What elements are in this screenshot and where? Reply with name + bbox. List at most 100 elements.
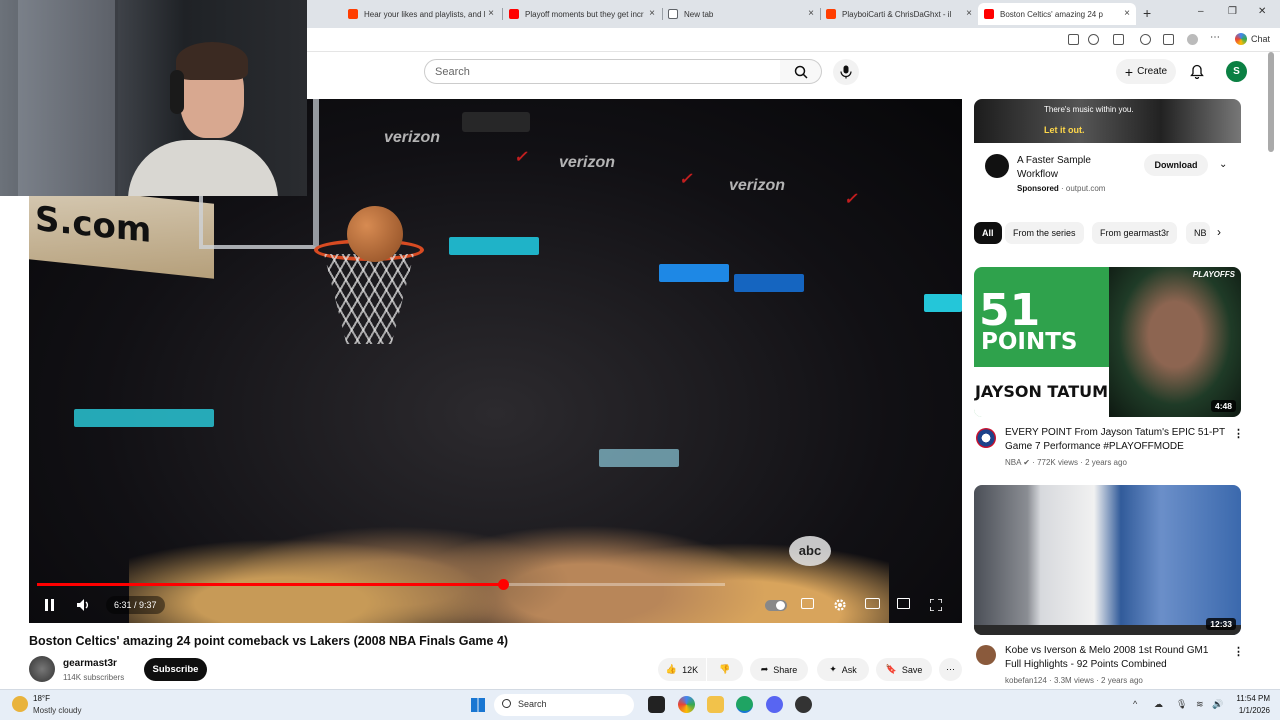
chevron-down-icon[interactable]: ⌄ [1219,159,1227,170]
headset [170,70,184,114]
cast-icon[interactable] [897,598,910,609]
more-actions-button[interactable]: ⋯ [939,658,962,681]
pause-icon[interactable] [44,599,55,611]
thumbnail-image: PLAYOFFS [1109,267,1241,417]
account-avatar[interactable]: S [1226,61,1247,82]
copilot-icon[interactable] [678,696,695,713]
weather-temperature[interactable]: 18°F [33,694,50,703]
settings-gear-icon[interactable] [833,598,847,612]
volume-tray-icon[interactable]: 🔊 [1212,699,1223,710]
arena-banner: verizon [729,177,786,194]
taskbar-search[interactable]: Search [494,694,634,716]
streamer-hair [176,42,248,80]
task-view-icon[interactable] [648,696,665,713]
new-tab-button[interactable]: + [1143,5,1151,21]
basketball [347,206,403,262]
windows-start-icon[interactable] [471,698,485,712]
browser-tab-active[interactable]: Boston Celtics' amazing 24 p × [978,3,1136,25]
create-button[interactable]: + Create [1116,59,1176,84]
chip-nba[interactable]: NB [1186,222,1210,244]
maximize-button[interactable]: ❐ [1228,6,1237,17]
browser-tab[interactable]: Playoff moments but they get incr × [503,3,661,25]
ad-banner-image: There's music within you. Let it out. [974,99,1241,143]
windows-taskbar: 18°F Mostly cloudy Search ^ ☁ 🎙 ≋ 🔊 11:5… [0,689,1280,720]
minimize-button[interactable]: – [1198,6,1204,17]
tray-chevron-up-icon[interactable]: ^ [1133,699,1137,709]
bookmark-star-icon[interactable] [1088,34,1099,45]
copilot-chat-button[interactable]: Chat [1235,33,1270,45]
share-button[interactable]: ➦ Share [750,658,808,681]
search-input[interactable]: Search [424,59,781,84]
nba-logo[interactable] [976,428,996,448]
progress-bar[interactable] [37,579,725,590]
more-vertical-icon[interactable]: ⋮ [1233,427,1244,440]
more-vertical-icon[interactable]: ⋮ [1233,645,1244,658]
thumbs-down-icon: 👎 [719,664,731,674]
close-tab-icon[interactable]: × [1124,8,1130,19]
profile-icon[interactable] [1187,34,1198,45]
close-window-button[interactable]: ✕ [1258,6,1266,17]
page-scrollbar[interactable] [1268,52,1274,152]
fullscreen-icon[interactable] [930,599,942,611]
video-meta: NBA ✔ · 772K views · 2 years ago [1005,458,1127,467]
youtube-icon [509,9,519,19]
wifi-icon[interactable]: ≋ [1196,699,1204,710]
sponsored-ad-card[interactable]: There's music within you. Let it out. A … [974,99,1241,205]
weather-description[interactable]: Mostly cloudy [33,706,81,715]
ad-sponsored-line: Sponsored · output.com [1017,184,1106,193]
dislike-button[interactable]: 👎 [707,658,743,681]
ad-title[interactable]: A Faster Sample Workflow [1017,154,1117,182]
video-thumbnail[interactable]: 12:33 [974,485,1241,635]
chip-from-channel[interactable]: From gearmast3r [1092,222,1178,244]
video-thumbnail[interactable]: 51 POINTS JAYSON TATUM PLAYOFFS 4:48 [974,267,1241,417]
favorites-icon[interactable] [1163,34,1174,45]
video-overlay-tools[interactable] [462,112,530,132]
captions-icon[interactable] [801,598,814,609]
video-duration: 12:33 [1206,618,1236,630]
browser-tab[interactable]: New tab × [662,3,820,25]
obs-icon[interactable] [795,696,812,713]
tab-title: New tab [684,9,714,19]
channel-avatar[interactable] [976,645,996,665]
install-app-icon[interactable] [1068,34,1079,45]
more-menu-icon[interactable]: ⋯ [1210,32,1221,43]
channel-avatar[interactable] [29,656,55,682]
close-tab-icon[interactable]: × [808,8,814,19]
download-button[interactable]: Download [1144,154,1208,176]
subscribe-button[interactable]: Subscribe [144,658,207,681]
like-button[interactable]: 👍 12K [658,658,706,681]
copilot-icon [1235,33,1247,45]
autoplay-toggle[interactable] [765,600,787,611]
taskbar-clock[interactable]: 11:54 PM 1/1/2026 [1226,693,1270,717]
chip-from-series[interactable]: From the series [1005,222,1084,244]
channel-name[interactable]: gearmast3r [63,658,117,669]
scrubber-handle[interactable] [497,579,509,590]
thumbnail-text: POINTS [981,329,1078,355]
chip-all[interactable]: All [974,222,1002,244]
edge-browser-icon[interactable] [736,696,753,713]
thumbnail-text: JAYSON TATUM [974,367,1109,417]
file-explorer-icon[interactable] [707,696,724,713]
notifications-bell-icon[interactable] [1190,64,1204,79]
save-button[interactable]: 🔖 Save [876,658,932,681]
arena-light [659,264,729,282]
volume-icon[interactable] [77,599,91,611]
discord-icon[interactable] [766,696,783,713]
close-tab-icon[interactable]: × [966,8,972,19]
search-button[interactable] [780,59,822,84]
video-title[interactable]: EVERY POINT From Jayson Tatum's EPIC 51-… [1005,426,1225,454]
close-tab-icon[interactable]: × [649,8,655,19]
close-tab-icon[interactable]: × [488,8,494,19]
extension-icon[interactable] [1140,34,1151,45]
browser-tab[interactable]: Hear your likes and playlists, and l × [342,3,500,25]
voice-search-button[interactable] [833,59,859,85]
mic-tray-icon[interactable]: 🎙 [1176,699,1187,710]
screenshot-icon[interactable] [1113,34,1124,45]
cloud-icon[interactable]: ☁ [1154,699,1163,710]
weather-icon[interactable] [12,696,28,712]
chevron-right-icon[interactable]: › [1217,225,1221,239]
ask-button[interactable]: ✦ Ask [817,658,869,681]
browser-tab[interactable]: PlayboiCarti & ChrisDaGhxt - il × [820,3,978,25]
miniplayer-icon[interactable] [865,598,880,609]
video-title[interactable]: Kobe vs Iverson & Melo 2008 1st Round GM… [1005,644,1225,672]
